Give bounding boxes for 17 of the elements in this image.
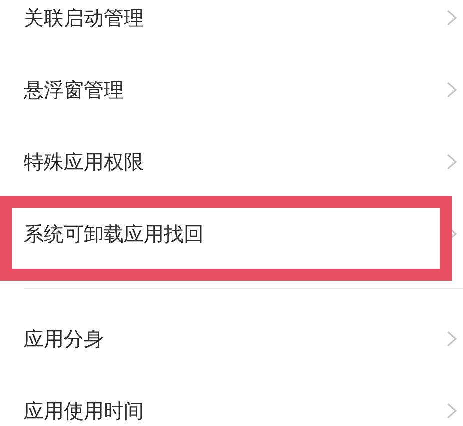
item-label: 应用分身 <box>24 326 104 352</box>
settings-item[interactable]: 应用使用时间 <box>24 375 463 426</box>
settings-item[interactable]: 关联启动管理 <box>24 0 463 54</box>
item-label: 应用使用时间 <box>24 398 144 424</box>
item-label: 特殊应用权限 <box>24 148 144 176</box>
chevron-icon <box>446 330 458 348</box>
chevron-icon <box>446 81 458 99</box>
settings-item[interactable]: 悬浮窗管理 <box>24 54 463 126</box>
chevron-icon <box>446 402 458 420</box>
chevron-icon <box>446 9 458 27</box>
item-label: 系统可卸载应用找回 <box>24 220 204 248</box>
settings-item[interactable]: 系统可卸载应用找回 <box>24 198 463 270</box>
settings-item[interactable]: 特殊应用权限 <box>24 126 463 198</box>
settings-item[interactable]: 应用分身 <box>24 303 463 375</box>
chevron-icon <box>446 153 458 171</box>
item-label: 关联启动管理 <box>24 4 144 32</box>
item-label: 悬浮窗管理 <box>24 76 124 104</box>
